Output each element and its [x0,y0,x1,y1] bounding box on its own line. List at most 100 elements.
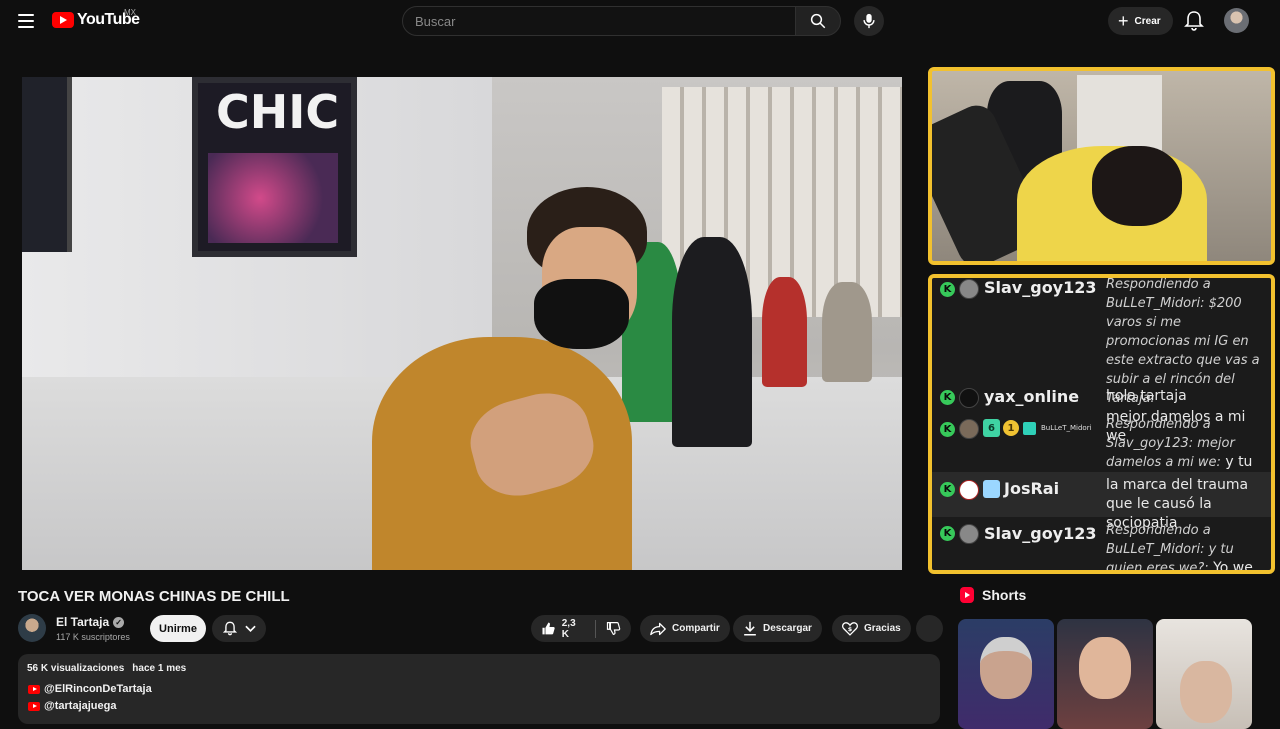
streamer-webcam-overlay [928,67,1275,265]
short-thumbnail[interactable] [1156,619,1252,729]
link-text: @tartajajuega [44,700,117,712]
dislike-thumb-icon[interactable] [606,621,621,636]
subscriber-badge-icon: 6 [983,419,1000,437]
create-label: Crear [1134,15,1161,27]
kick-badge-icon: K [940,282,955,297]
chat-username: JosRai [1004,479,1060,498]
verified-check-icon: ✓ [113,616,125,628]
thanks-label: Gracias [864,623,901,634]
gift-icon [1023,422,1036,435]
chat-username: Slav_goy123 [984,278,1097,297]
thanks-button[interactable]: $ Gracias [832,615,911,642]
join-button[interactable]: Unirme [150,615,206,642]
user-avatar [959,524,979,544]
top-bar: YouTube MX Buscar + Crear [0,0,1280,42]
user-avatar [959,419,979,439]
subscriber-badge-icon [983,480,1000,498]
country-code: MX [124,8,136,17]
chat-text: Yo we [1213,560,1253,574]
user-avatar [959,388,979,408]
hamburger-menu-icon[interactable] [12,8,40,34]
description-meta: 56 K visualizaciones hace 1 mes [27,663,194,674]
chat-message: K JosRai la marca del trauma que le caus… [932,472,1271,531]
kick-badge-icon: K [940,390,955,405]
user-avatar [959,480,979,500]
shorts-section-header: Shorts [960,587,1026,603]
channel-name: El Tartaja [56,615,110,629]
download-icon [744,621,756,636]
description-box[interactable]: 56 K visualizaciones hace 1 mes @ElRincon… [18,654,940,724]
notifications-bell-icon[interactable] [1184,10,1204,32]
super-thanks-icon: $ [842,622,858,636]
shorts-title: Shorts [982,587,1027,603]
channel-name-link[interactable]: El Tartaja ✓ [56,615,125,629]
chat-message: K Slav_goy123 Respondiendo a BuLLeT_Mido… [932,517,1271,574]
user-avatar [959,279,979,299]
kick-badge-icon: K [940,422,955,437]
view-count: 56 K visualizaciones [27,663,125,674]
youtube-icon [28,701,40,711]
like-count[interactable]: 2,3 K [562,618,586,640]
chat-reply-context: Respondiendo a Slav_goy123: mejor damelo… [1106,417,1235,470]
shorts-icon [960,587,974,603]
chat-username: BuLLeT_Midori [1041,424,1092,432]
video-frame-shop-window: CHIC [192,77,357,257]
chat-username: yax_online [984,387,1080,406]
stream-chat-overlay: K Slav_goy123 Respondiendo a BuLLeT_Mido… [928,274,1275,574]
download-label: Descargar [763,623,812,634]
link-text: @ElRinconDeTartaja [44,683,152,695]
microphone-icon [863,13,875,29]
chat-message-body: hola tartaja [1106,387,1268,406]
chat-message: K Slav_goy123 Respondiendo a BuLLeT_Mido… [932,278,1271,444]
video-frame-pedestrian [822,282,872,382]
share-label: Compartir [672,623,720,634]
badge-number: 1 [1007,422,1015,434]
channel-avatar[interactable] [18,614,46,642]
shop-window-display [208,153,338,243]
kick-badge-icon: K [940,482,955,497]
chat-text: hola tartaja [1106,388,1187,404]
description-channel-link[interactable]: @tartajajuega [28,700,116,712]
subscription-notifications-button[interactable] [212,615,266,642]
video-player[interactable]: CHIC [22,77,902,570]
chat-username: Slav_goy123 [984,524,1097,543]
chat-message-body: Respondiendo a BuLLeT_Midori: y tu quien… [1106,521,1268,574]
search-icon [810,13,826,29]
like-dislike-group: 2,3 K [531,615,631,642]
youtube-play-icon [52,12,74,28]
video-frame-window [22,77,72,252]
chevron-down-icon [244,625,256,632]
chat-message: K yax_online hola tartaja [932,382,1271,414]
chat-message: K 6 1 BuLLeT_Midori Respondiendo a Slav_… [932,414,1271,489]
video-frame-pedestrian [672,237,752,447]
like-thumb-icon[interactable] [541,621,556,636]
create-button[interactable]: + Crear [1108,7,1173,35]
search-input[interactable]: Buscar [402,6,796,36]
join-label: Unirme [159,622,197,635]
search-button[interactable] [795,6,841,36]
plus-icon: + [1118,11,1129,31]
short-thumbnail[interactable] [1057,619,1153,729]
subscriber-count: 117 K suscriptores [56,632,130,642]
share-button[interactable]: Compartir [640,615,730,642]
gifter-badge-icon: 1 [1003,420,1019,436]
video-frame-person [352,187,647,570]
search-placeholder: Buscar [415,13,456,29]
more-actions-button[interactable] [916,615,943,642]
shop-sign-text: CHIC [216,85,340,139]
cam-streamer-head [1092,146,1182,226]
share-icon [650,622,666,635]
voice-search-button[interactable] [854,6,884,36]
divider [595,619,597,638]
svg-text:$: $ [848,625,853,633]
download-button[interactable]: Descargar [733,615,822,642]
description-channel-link[interactable]: @ElRinconDeTartaja [28,683,152,695]
video-frame-pedestrian [762,277,807,387]
video-title: TOCA VER MONAS CHINAS DE CHILL [18,588,290,605]
youtube-icon [28,684,40,694]
bell-icon [222,621,237,636]
upload-age: hace 1 mes [132,663,187,674]
short-thumbnail[interactable] [958,619,1054,729]
account-avatar[interactable] [1224,8,1249,33]
kick-badge-icon: K [940,526,955,541]
